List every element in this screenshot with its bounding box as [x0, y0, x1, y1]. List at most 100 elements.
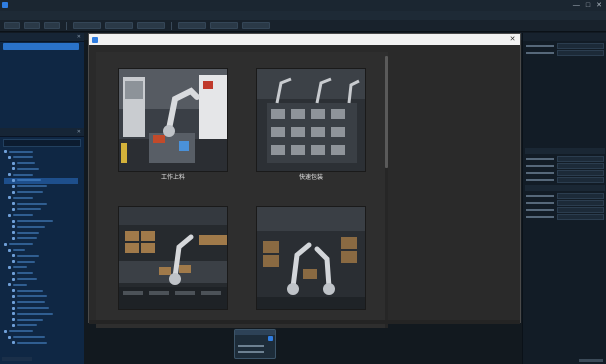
- properties-panel-header: [523, 33, 606, 41]
- toolbox-panel-header: ✕: [0, 128, 84, 137]
- pin-icon[interactable]: ✕: [77, 128, 81, 136]
- workflow-node[interactable]: [234, 329, 276, 359]
- tree-item-label: [9, 243, 33, 246]
- description-line: [391, 210, 515, 218]
- project-panel: ✕: [0, 33, 85, 128]
- new-file-button[interactable]: [4, 22, 20, 29]
- minimize-icon[interactable]: —: [573, 0, 580, 11]
- tree-node-icon: [12, 167, 15, 171]
- close-icon[interactable]: ✕: [508, 34, 517, 45]
- stop-button[interactable]: [105, 22, 133, 29]
- scene-card-label: 快速包装: [298, 175, 323, 181]
- description-line: [391, 142, 515, 150]
- toolbar-divider: [66, 21, 67, 30]
- tree-node-icon: [12, 207, 15, 211]
- run-button[interactable]: [73, 22, 101, 29]
- scene-gallery: 工作上料 快速包装: [96, 52, 388, 328]
- dialog-footer: [89, 320, 520, 324]
- tree-item[interactable]: [4, 340, 78, 346]
- tree-item-label: [17, 208, 41, 211]
- tree-node-icon: [12, 306, 15, 310]
- tree-node-icon: [12, 190, 15, 194]
- node-port[interactable]: [268, 336, 273, 341]
- tree-node-icon: [8, 265, 11, 269]
- toolbar-button[interactable]: [242, 22, 270, 29]
- tree-item-label: [17, 312, 53, 315]
- tree-item-label: [13, 249, 25, 252]
- property-section-header[interactable]: [525, 148, 605, 154]
- tree-item-label: [17, 237, 37, 240]
- property-row[interactable]: [526, 49, 604, 56]
- property-row[interactable]: [526, 192, 604, 199]
- tree-node-icon: [12, 236, 15, 240]
- description-line: [391, 193, 515, 201]
- toolbar-button[interactable]: [178, 22, 206, 29]
- property-row[interactable]: [526, 155, 604, 162]
- tree-item-label: [17, 254, 39, 257]
- tree-node-icon: [12, 300, 15, 304]
- close-window-icon[interactable]: ✕: [596, 0, 602, 11]
- description-line: [391, 201, 515, 209]
- tree-node-icon: [8, 173, 11, 177]
- tree-node-icon: [12, 277, 15, 281]
- tree-node-icon: [12, 202, 15, 206]
- description-line: [391, 168, 515, 176]
- toolbox-tree: [0, 149, 84, 346]
- tree-node-icon: [12, 318, 15, 322]
- open-file-button[interactable]: [24, 22, 40, 29]
- menu-bar: [0, 11, 606, 20]
- tree-node-icon: [4, 242, 7, 246]
- save-button[interactable]: [44, 22, 60, 29]
- tree-item-label: [17, 318, 43, 321]
- tree-node-icon: [12, 289, 15, 293]
- property-row[interactable]: [526, 176, 604, 183]
- tree-node-icon: [12, 178, 15, 182]
- description-line: [391, 151, 515, 159]
- tree-item-label: [13, 173, 33, 176]
- property-row[interactable]: [526, 42, 604, 49]
- property-row[interactable]: [526, 199, 604, 206]
- tree-node-icon: [8, 155, 11, 159]
- project-panel-header: ✕: [0, 33, 84, 42]
- gallery-scrollbar-thumb[interactable]: [385, 56, 388, 168]
- property-row[interactable]: [526, 162, 604, 169]
- tree-node-icon: [12, 184, 15, 188]
- properties-panel: [522, 33, 606, 364]
- tree-item-label: [17, 167, 39, 170]
- window-controls: — □ ✕: [573, 0, 602, 11]
- stacking-robots-icon: [256, 206, 366, 310]
- tree-item-label: [13, 336, 45, 338]
- tree-item-label: [17, 260, 35, 263]
- maximize-icon[interactable]: □: [586, 0, 590, 11]
- tree-node-icon: [8, 335, 11, 339]
- tree-item-label: [13, 214, 33, 217]
- tree-item-label: [17, 324, 37, 327]
- node-row: [238, 351, 264, 353]
- tree-node-icon: [8, 248, 11, 252]
- tree-node-icon: [12, 341, 15, 345]
- title-bar: — □ ✕: [0, 0, 606, 11]
- property-row[interactable]: [526, 206, 604, 213]
- tree-item-label: [9, 330, 33, 333]
- pin-icon[interactable]: ✕: [77, 33, 81, 41]
- tree-item-label: [13, 156, 33, 159]
- tree-node-icon: [12, 294, 15, 298]
- tree-node-icon: [8, 196, 11, 200]
- node-row: [238, 345, 264, 347]
- tree-node-icon: [4, 329, 7, 333]
- tree-node-icon: [8, 283, 11, 287]
- toolbox-search-input[interactable]: [3, 139, 81, 147]
- robot-arm-loading-icon: [118, 68, 228, 172]
- tree-item-label: [17, 220, 53, 223]
- description-line: [391, 134, 515, 142]
- tree-node-icon: [12, 231, 15, 235]
- tree-node-icon: [12, 312, 15, 316]
- step-button[interactable]: [137, 22, 165, 29]
- property-row[interactable]: [526, 213, 604, 220]
- property-row[interactable]: [526, 169, 604, 176]
- toolbar-button[interactable]: [210, 22, 238, 29]
- property-section-header[interactable]: [525, 185, 605, 191]
- project-item-selected[interactable]: [3, 43, 79, 50]
- status-indicator: [579, 359, 603, 362]
- dialog-title-bar: ✕: [89, 34, 520, 45]
